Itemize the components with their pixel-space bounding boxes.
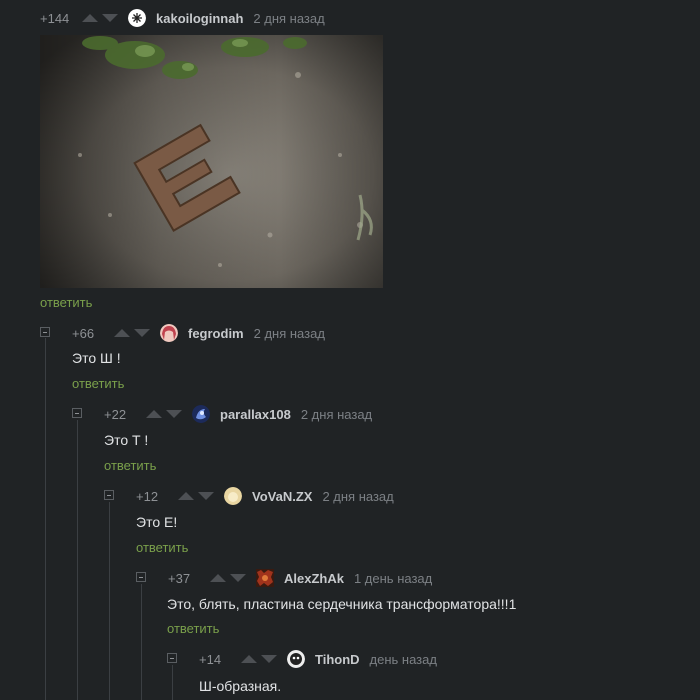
comment-header: +66 fegrodim 2 дня назад: [72, 323, 325, 343]
avatar[interactable]: [256, 569, 274, 587]
minus-box-icon[interactable]: [136, 572, 146, 582]
username[interactable]: kakoiloginnah: [156, 11, 243, 26]
minus-box-icon[interactable]: [104, 490, 114, 500]
thread-line: [141, 584, 142, 700]
arrow-up-icon[interactable]: [178, 492, 194, 500]
arrow-up-icon[interactable]: [82, 14, 98, 22]
vote-controls: [82, 14, 118, 22]
vote-controls: [146, 410, 182, 418]
vote-controls: [210, 574, 246, 582]
username[interactable]: parallax108: [220, 407, 291, 422]
username[interactable]: VoVaN.ZX: [252, 489, 312, 504]
arrow-down-icon[interactable]: [166, 410, 182, 418]
comment-rating: +66: [72, 325, 95, 341]
arrow-down-icon[interactable]: [230, 574, 246, 582]
arrow-up-icon[interactable]: [146, 410, 162, 418]
reply-link[interactable]: ответить: [136, 540, 188, 555]
comment-rating: +22: [104, 406, 127, 422]
username[interactable]: AlexZhAk: [284, 571, 344, 586]
comment-text: Это Е!: [136, 514, 178, 530]
comment-header: +37 AlexZhAk 1 день назад: [168, 568, 432, 588]
avatar[interactable]: [160, 324, 178, 342]
vote-controls: [114, 329, 150, 337]
comment-rating: +37: [168, 570, 191, 586]
reply-link[interactable]: ответить: [40, 295, 92, 310]
comment-time: 1 день назад: [353, 570, 433, 586]
avatar[interactable]: [128, 9, 146, 27]
minus-box-icon[interactable]: [167, 653, 177, 663]
arrow-down-icon[interactable]: [261, 655, 277, 663]
minus-box-icon[interactable]: [40, 327, 50, 337]
reply-link[interactable]: ответить: [104, 458, 156, 473]
comment-text: Ш-образная.: [199, 678, 282, 694]
thread-line: [77, 420, 78, 700]
vote-controls: [241, 655, 277, 663]
username[interactable]: fegrodim: [188, 326, 244, 341]
arrow-down-icon[interactable]: [134, 329, 150, 337]
ground-photo: [40, 35, 383, 288]
avatar[interactable]: [224, 487, 242, 505]
thread-line: [109, 502, 110, 700]
thread-line: [172, 665, 173, 700]
reply-link[interactable]: ответить: [167, 621, 219, 636]
arrow-down-icon[interactable]: [198, 492, 214, 500]
avatar[interactable]: [192, 405, 210, 423]
arrow-up-icon[interactable]: [210, 574, 226, 582]
avatar[interactable]: [287, 650, 305, 668]
minus-box-icon[interactable]: [72, 408, 82, 418]
thread-line: [45, 338, 46, 700]
comment-rating: +144: [40, 10, 70, 26]
comment-text: Это Т !: [104, 432, 149, 448]
comment-time: 2 дня назад: [322, 488, 394, 504]
comment-time: день назад: [369, 651, 437, 667]
vote-controls: [178, 492, 214, 500]
comment-text: Это, блять, пластина сердечника трансфор…: [167, 596, 517, 612]
arrow-up-icon[interactable]: [241, 655, 257, 663]
comment-time: 2 дня назад: [253, 10, 325, 26]
username[interactable]: TihonD: [315, 652, 360, 667]
comment-image[interactable]: [40, 35, 383, 288]
comment-time: 2 дня назад: [300, 406, 373, 422]
comment-header: +14 TihonD день назад: [199, 649, 437, 669]
arrow-up-icon[interactable]: [114, 329, 130, 337]
comment-rating: +12: [136, 488, 159, 504]
comment-header: +12 VoVaN.ZX 2 дня назад: [136, 486, 394, 506]
arrow-down-icon[interactable]: [102, 14, 118, 22]
comment-header: +144 kakoiloginnah 2 дня назад: [40, 8, 325, 28]
comment-text: Это Ш !: [72, 350, 121, 366]
comment-time: 2 дня назад: [253, 325, 325, 341]
comment-rating: +14: [199, 651, 222, 667]
comment-header: +22 parallax108 2 дня назад: [104, 404, 372, 424]
reply-link[interactable]: ответить: [72, 376, 124, 391]
